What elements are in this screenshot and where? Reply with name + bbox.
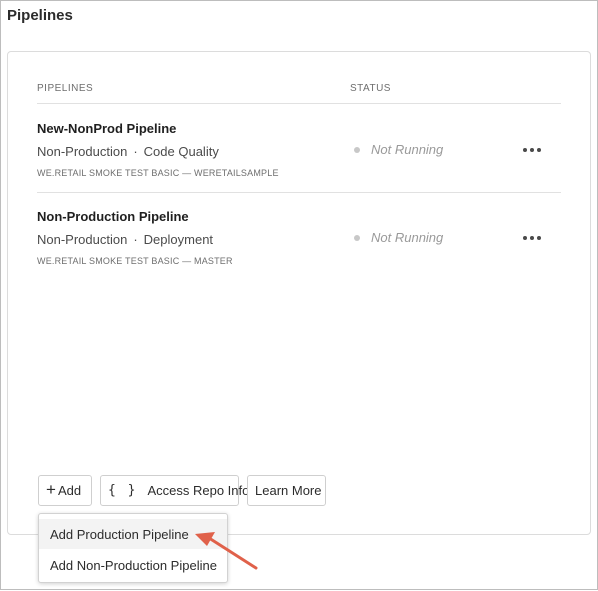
- more-actions-icon[interactable]: [521, 146, 543, 154]
- header-divider: [37, 103, 561, 104]
- menu-item-add-production-pipeline[interactable]: Add Production Pipeline: [39, 519, 227, 549]
- pipeline-environment: Non-Production: [37, 232, 128, 247]
- pipeline-type: Deployment: [143, 232, 214, 247]
- column-header-pipelines: PIPELINES: [37, 83, 94, 94]
- pipeline-name: Non-Production Pipeline: [37, 209, 189, 224]
- separator-dot: ·: [133, 144, 138, 159]
- learn-more-button[interactable]: Learn More: [247, 475, 326, 506]
- pipeline-environment: Non-Production: [37, 144, 128, 159]
- plus-icon: +: [46, 480, 56, 499]
- add-button[interactable]: + Add: [38, 475, 92, 506]
- status-text: Not Running: [371, 142, 444, 157]
- row-divider: [37, 192, 561, 193]
- page-title: Pipelines: [7, 7, 73, 24]
- status-dot-icon: [354, 234, 360, 241]
- more-actions-icon[interactable]: [521, 234, 543, 242]
- status-text: Not Running: [371, 230, 444, 245]
- pipeline-type: Code Quality: [143, 144, 219, 159]
- separator-dot: ·: [133, 232, 138, 247]
- learn-more-label: Learn More: [255, 483, 322, 498]
- column-header-status: STATUS: [350, 83, 391, 94]
- code-braces-icon: { }: [108, 483, 138, 498]
- pipeline-source: WE.RETAIL SMOKE TEST BASIC — MASTER: [37, 256, 233, 266]
- pipeline-name: New-NonProd Pipeline: [37, 121, 177, 136]
- pipeline-details: Non-Production · Deployment: [37, 232, 213, 247]
- add-pipeline-menu: Add Production Pipeline Add Non-Producti…: [38, 513, 228, 583]
- menu-item-add-non-production-pipeline[interactable]: Add Non-Production Pipeline: [39, 550, 227, 580]
- pipeline-status: Not Running: [354, 142, 443, 157]
- add-button-label: Add: [57, 483, 82, 498]
- pipeline-details: Non-Production · Code Quality: [37, 144, 219, 159]
- access-repo-info-button[interactable]: { } Access Repo Info: [100, 475, 249, 506]
- pipeline-source: WE.RETAIL SMOKE TEST BASIC — WERETAILSAM…: [37, 168, 279, 178]
- status-dot-icon: [354, 146, 360, 153]
- pipelines-panel: Pipelines PIPELINES STATUS New-NonProd P…: [0, 0, 598, 590]
- access-repo-info-label: Access Repo Info: [147, 483, 250, 498]
- pipeline-status: Not Running: [354, 230, 443, 245]
